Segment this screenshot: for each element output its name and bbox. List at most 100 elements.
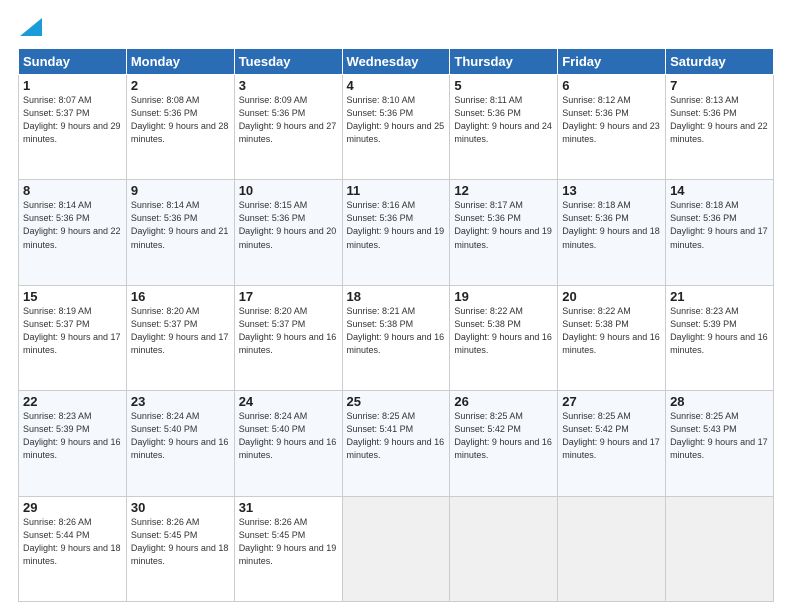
cell-details: Sunrise: 8:26 AM Sunset: 5:45 PM Dayligh… [239, 516, 338, 568]
cell-details: Sunrise: 8:20 AM Sunset: 5:37 PM Dayligh… [239, 305, 338, 357]
calendar-cell: 21Sunrise: 8:23 AM Sunset: 5:39 PM Dayli… [666, 285, 774, 390]
day-number: 2 [131, 78, 230, 93]
day-number: 12 [454, 183, 553, 198]
cell-details: Sunrise: 8:15 AM Sunset: 5:36 PM Dayligh… [239, 199, 338, 251]
day-number: 29 [23, 500, 122, 515]
calendar-cell: 5Sunrise: 8:11 AM Sunset: 5:36 PM Daylig… [450, 75, 558, 180]
day-number: 19 [454, 289, 553, 304]
cell-details: Sunrise: 8:22 AM Sunset: 5:38 PM Dayligh… [454, 305, 553, 357]
cell-details: Sunrise: 8:08 AM Sunset: 5:36 PM Dayligh… [131, 94, 230, 146]
day-number: 14 [670, 183, 769, 198]
cell-details: Sunrise: 8:22 AM Sunset: 5:38 PM Dayligh… [562, 305, 661, 357]
cell-details: Sunrise: 8:14 AM Sunset: 5:36 PM Dayligh… [23, 199, 122, 251]
cell-details: Sunrise: 8:14 AM Sunset: 5:36 PM Dayligh… [131, 199, 230, 251]
cell-details: Sunrise: 8:23 AM Sunset: 5:39 PM Dayligh… [23, 410, 122, 462]
cell-details: Sunrise: 8:21 AM Sunset: 5:38 PM Dayligh… [347, 305, 446, 357]
calendar-cell: 26Sunrise: 8:25 AM Sunset: 5:42 PM Dayli… [450, 391, 558, 496]
calendar-cell: 29Sunrise: 8:26 AM Sunset: 5:44 PM Dayli… [19, 496, 127, 601]
calendar-cell [342, 496, 450, 601]
calendar-cell [450, 496, 558, 601]
calendar-cell: 19Sunrise: 8:22 AM Sunset: 5:38 PM Dayli… [450, 285, 558, 390]
cell-details: Sunrise: 8:25 AM Sunset: 5:42 PM Dayligh… [562, 410, 661, 462]
calendar-cell: 14Sunrise: 8:18 AM Sunset: 5:36 PM Dayli… [666, 180, 774, 285]
calendar-week-5: 29Sunrise: 8:26 AM Sunset: 5:44 PM Dayli… [19, 496, 774, 601]
day-number: 17 [239, 289, 338, 304]
day-number: 23 [131, 394, 230, 409]
day-number: 28 [670, 394, 769, 409]
cell-details: Sunrise: 8:12 AM Sunset: 5:36 PM Dayligh… [562, 94, 661, 146]
calendar-cell: 6Sunrise: 8:12 AM Sunset: 5:36 PM Daylig… [558, 75, 666, 180]
calendar-cell: 25Sunrise: 8:25 AM Sunset: 5:41 PM Dayli… [342, 391, 450, 496]
cell-details: Sunrise: 8:07 AM Sunset: 5:37 PM Dayligh… [23, 94, 122, 146]
day-header-thursday: Thursday [450, 49, 558, 75]
day-number: 31 [239, 500, 338, 515]
day-number: 30 [131, 500, 230, 515]
cell-details: Sunrise: 8:24 AM Sunset: 5:40 PM Dayligh… [131, 410, 230, 462]
day-number: 5 [454, 78, 553, 93]
page: SundayMondayTuesdayWednesdayThursdayFrid… [0, 0, 792, 612]
cell-details: Sunrise: 8:11 AM Sunset: 5:36 PM Dayligh… [454, 94, 553, 146]
calendar-cell: 9Sunrise: 8:14 AM Sunset: 5:36 PM Daylig… [126, 180, 234, 285]
cell-details: Sunrise: 8:09 AM Sunset: 5:36 PM Dayligh… [239, 94, 338, 146]
calendar-cell: 1Sunrise: 8:07 AM Sunset: 5:37 PM Daylig… [19, 75, 127, 180]
cell-details: Sunrise: 8:26 AM Sunset: 5:45 PM Dayligh… [131, 516, 230, 568]
calendar-week-2: 8Sunrise: 8:14 AM Sunset: 5:36 PM Daylig… [19, 180, 774, 285]
calendar-cell: 16Sunrise: 8:20 AM Sunset: 5:37 PM Dayli… [126, 285, 234, 390]
cell-details: Sunrise: 8:10 AM Sunset: 5:36 PM Dayligh… [347, 94, 446, 146]
day-header-saturday: Saturday [666, 49, 774, 75]
day-number: 3 [239, 78, 338, 93]
calendar-week-1: 1Sunrise: 8:07 AM Sunset: 5:37 PM Daylig… [19, 75, 774, 180]
calendar-cell: 22Sunrise: 8:23 AM Sunset: 5:39 PM Dayli… [19, 391, 127, 496]
day-number: 24 [239, 394, 338, 409]
day-number: 26 [454, 394, 553, 409]
calendar-week-4: 22Sunrise: 8:23 AM Sunset: 5:39 PM Dayli… [19, 391, 774, 496]
cell-details: Sunrise: 8:23 AM Sunset: 5:39 PM Dayligh… [670, 305, 769, 357]
calendar-cell: 20Sunrise: 8:22 AM Sunset: 5:38 PM Dayli… [558, 285, 666, 390]
day-number: 9 [131, 183, 230, 198]
calendar-cell [558, 496, 666, 601]
calendar-cell: 11Sunrise: 8:16 AM Sunset: 5:36 PM Dayli… [342, 180, 450, 285]
logo [18, 18, 42, 38]
calendar-cell: 15Sunrise: 8:19 AM Sunset: 5:37 PM Dayli… [19, 285, 127, 390]
day-number: 1 [23, 78, 122, 93]
day-number: 6 [562, 78, 661, 93]
cell-details: Sunrise: 8:25 AM Sunset: 5:42 PM Dayligh… [454, 410, 553, 462]
calendar-cell: 7Sunrise: 8:13 AM Sunset: 5:36 PM Daylig… [666, 75, 774, 180]
calendar-cell: 30Sunrise: 8:26 AM Sunset: 5:45 PM Dayli… [126, 496, 234, 601]
cell-details: Sunrise: 8:16 AM Sunset: 5:36 PM Dayligh… [347, 199, 446, 251]
cell-details: Sunrise: 8:25 AM Sunset: 5:43 PM Dayligh… [670, 410, 769, 462]
calendar-cell: 3Sunrise: 8:09 AM Sunset: 5:36 PM Daylig… [234, 75, 342, 180]
day-number: 18 [347, 289, 446, 304]
cell-details: Sunrise: 8:26 AM Sunset: 5:44 PM Dayligh… [23, 516, 122, 568]
header [18, 18, 774, 38]
day-number: 15 [23, 289, 122, 304]
calendar-cell: 8Sunrise: 8:14 AM Sunset: 5:36 PM Daylig… [19, 180, 127, 285]
calendar-cell: 28Sunrise: 8:25 AM Sunset: 5:43 PM Dayli… [666, 391, 774, 496]
day-number: 25 [347, 394, 446, 409]
cell-details: Sunrise: 8:17 AM Sunset: 5:36 PM Dayligh… [454, 199, 553, 251]
calendar-cell [666, 496, 774, 601]
cell-details: Sunrise: 8:13 AM Sunset: 5:36 PM Dayligh… [670, 94, 769, 146]
calendar-week-3: 15Sunrise: 8:19 AM Sunset: 5:37 PM Dayli… [19, 285, 774, 390]
day-number: 8 [23, 183, 122, 198]
day-number: 27 [562, 394, 661, 409]
cell-details: Sunrise: 8:18 AM Sunset: 5:36 PM Dayligh… [562, 199, 661, 251]
day-header-tuesday: Tuesday [234, 49, 342, 75]
calendar-header-row: SundayMondayTuesdayWednesdayThursdayFrid… [19, 49, 774, 75]
day-number: 11 [347, 183, 446, 198]
calendar-cell: 23Sunrise: 8:24 AM Sunset: 5:40 PM Dayli… [126, 391, 234, 496]
cell-details: Sunrise: 8:20 AM Sunset: 5:37 PM Dayligh… [131, 305, 230, 357]
day-number: 20 [562, 289, 661, 304]
calendar-cell: 2Sunrise: 8:08 AM Sunset: 5:36 PM Daylig… [126, 75, 234, 180]
logo-arrow-icon [20, 18, 42, 36]
calendar-cell: 10Sunrise: 8:15 AM Sunset: 5:36 PM Dayli… [234, 180, 342, 285]
day-number: 4 [347, 78, 446, 93]
cell-details: Sunrise: 8:19 AM Sunset: 5:37 PM Dayligh… [23, 305, 122, 357]
day-header-monday: Monday [126, 49, 234, 75]
day-number: 13 [562, 183, 661, 198]
calendar-cell: 13Sunrise: 8:18 AM Sunset: 5:36 PM Dayli… [558, 180, 666, 285]
day-header-friday: Friday [558, 49, 666, 75]
day-header-sunday: Sunday [19, 49, 127, 75]
calendar-cell: 24Sunrise: 8:24 AM Sunset: 5:40 PM Dayli… [234, 391, 342, 496]
calendar: SundayMondayTuesdayWednesdayThursdayFrid… [18, 48, 774, 602]
